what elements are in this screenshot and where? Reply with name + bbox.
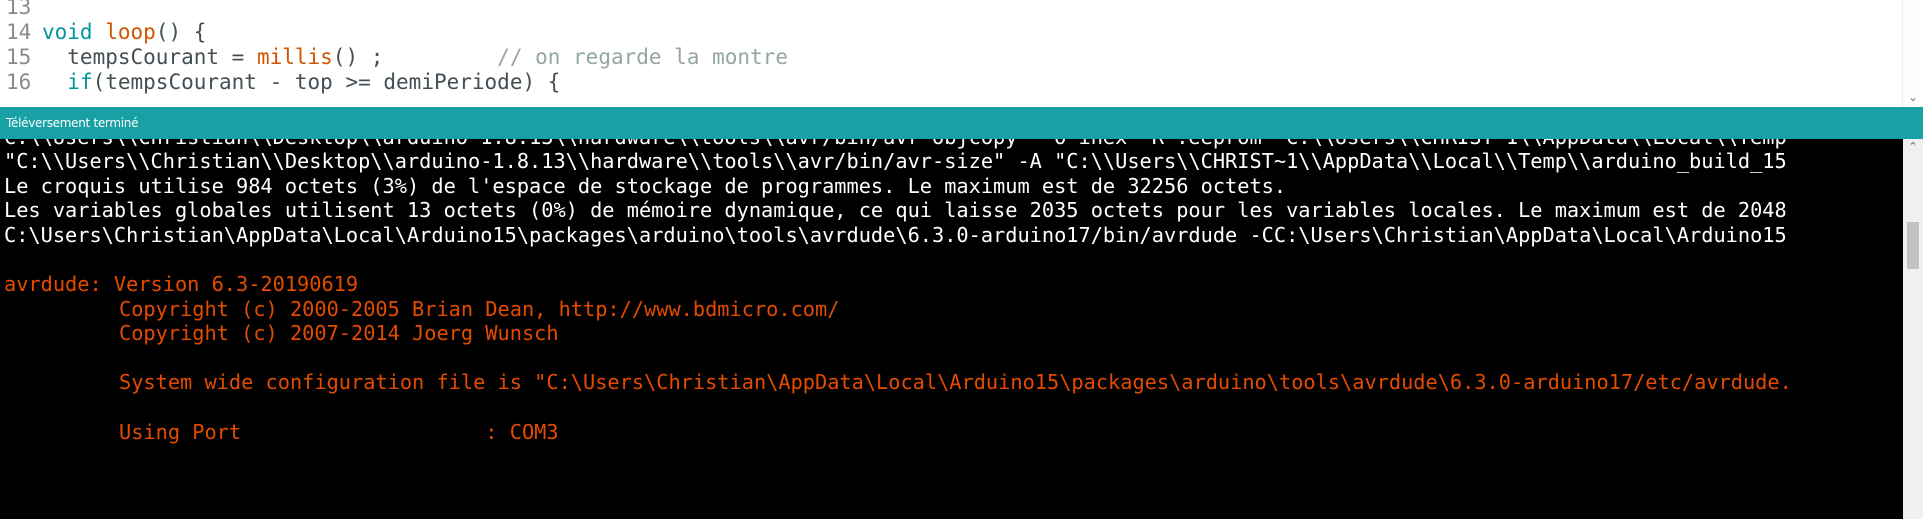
- code-token: () {: [155, 20, 207, 44]
- line-number: 16: [6, 70, 32, 94]
- editor-line[interactable]: 16 if(tempsCourant - top >= demiPeriode)…: [0, 67, 1900, 97]
- chevron-down-icon[interactable]: ⌄: [1907, 92, 1919, 103]
- code-token: if: [67, 70, 93, 94]
- code-token: tempsCourant =: [42, 45, 257, 69]
- status-bar: Téléversement terminé: [0, 107, 1923, 139]
- code-token: () ;: [332, 45, 498, 69]
- console-line: Using Port : COM3: [119, 419, 559, 444]
- code-text: if(tempsCourant - top >= demiPeriode) {: [42, 67, 560, 97]
- console-output[interactable]: C:\\Users\\Christian\\Desktop\\arduino-1…: [0, 139, 1923, 519]
- console-scrollbar[interactable]: ⌃: [1903, 139, 1923, 519]
- status-message: Téléversement terminé: [6, 116, 139, 130]
- code-token: void: [42, 20, 93, 44]
- chevron-up-icon[interactable]: ⌃: [1907, 141, 1919, 152]
- code-token: (tempsCourant - top >= demiPeriode) {: [92, 70, 561, 94]
- code-editor[interactable]: 13 14 void loop() {15 tempsCourant = milli…: [0, 0, 1923, 107]
- code-token: loop: [105, 20, 156, 44]
- console-scroll-thumb[interactable]: [1907, 222, 1919, 269]
- code-token: // on regarde la montre: [497, 45, 788, 69]
- editor-scrollbar[interactable]: ⌄: [1902, 0, 1923, 107]
- code-token: millis: [256, 45, 333, 69]
